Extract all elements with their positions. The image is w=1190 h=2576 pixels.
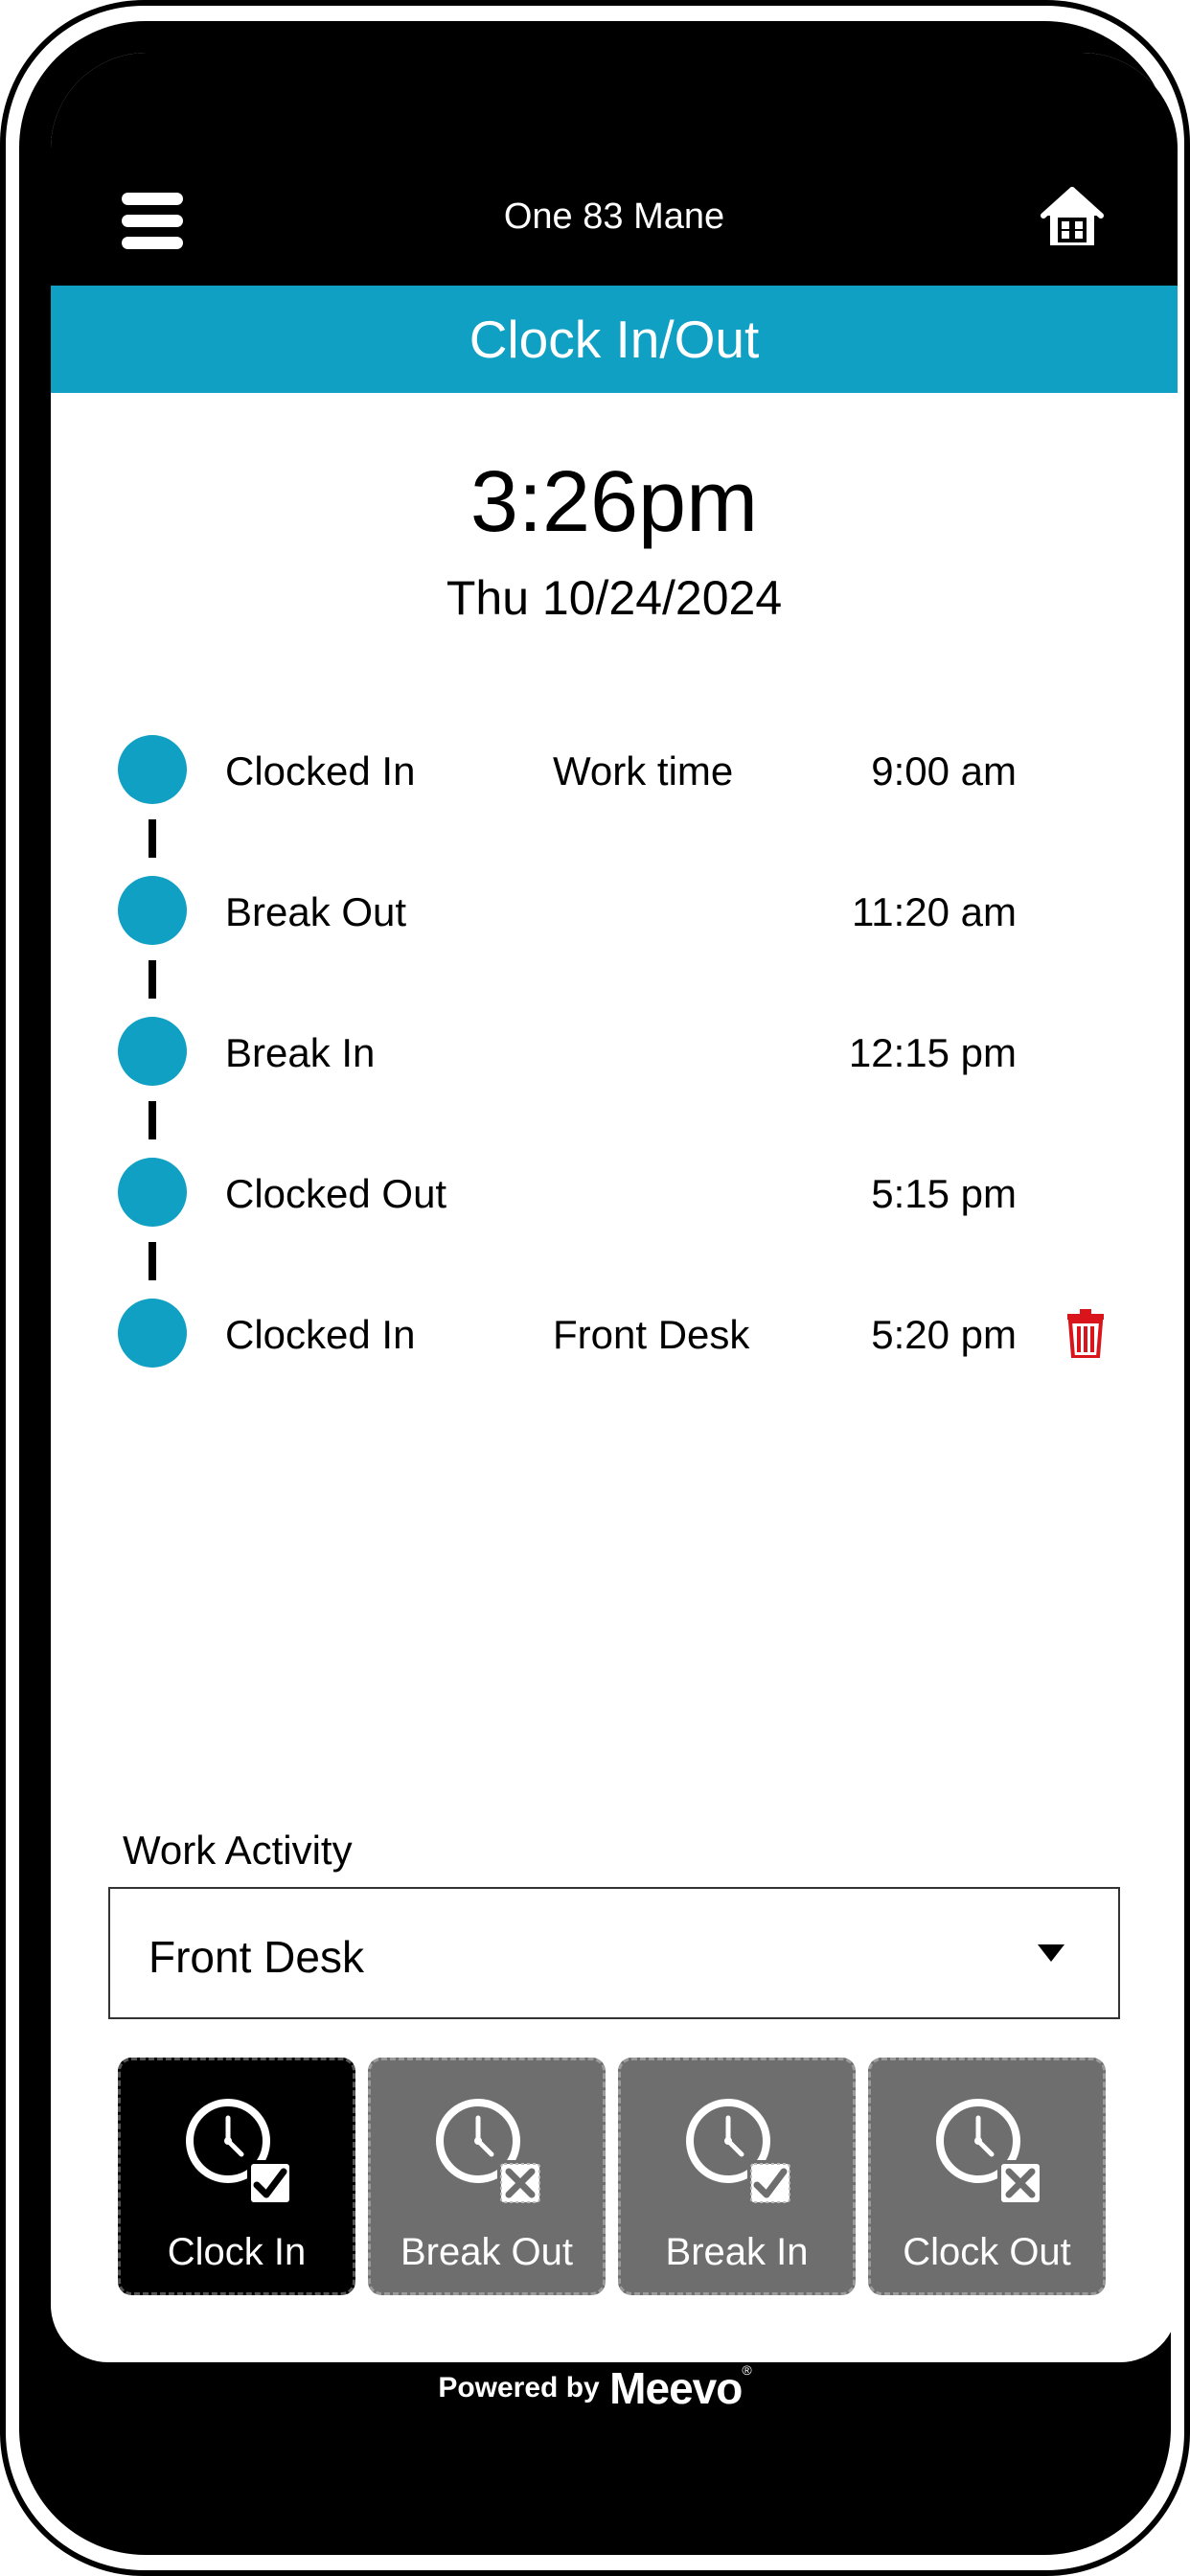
timeline-time: 11:20 am xyxy=(852,889,1017,934)
caret-down-icon xyxy=(1038,1944,1064,1962)
timeline-row: Clocked Out 5:15 pm xyxy=(51,1158,1178,1227)
timeline-event-label: Break In xyxy=(225,1030,376,1075)
clock-x-icon xyxy=(436,2099,543,2206)
timeline-event-label: Break Out xyxy=(225,889,407,934)
clock-check-icon xyxy=(686,2099,793,2206)
footer-powered-by: Powered by xyxy=(438,2372,600,2404)
work-activity-dropdown[interactable]: Front Desk xyxy=(108,1887,1120,2019)
trash-icon[interactable] xyxy=(1066,1308,1105,1358)
timeline-activity: Front Desk xyxy=(553,1312,750,1357)
page-title: Clock In/Out xyxy=(51,286,1178,393)
clock-x-icon xyxy=(936,2099,1043,2206)
home-icon[interactable] xyxy=(1041,187,1104,248)
timeline-dot xyxy=(118,876,187,945)
break-in-button-label: Break In xyxy=(665,2231,809,2273)
salon-name: One 83 Mane xyxy=(503,196,725,237)
timeline-activity: Work time xyxy=(553,748,734,794)
clock-out-button-label: Clock Out xyxy=(903,2231,1071,2273)
break-out-button-label: Break Out xyxy=(400,2231,574,2273)
clock-in-button-label: Clock In xyxy=(167,2231,307,2273)
clock-check-icon xyxy=(186,2099,293,2206)
break-in-button[interactable]: Break In xyxy=(618,2058,856,2295)
timeline-connector xyxy=(149,1101,156,1139)
work-activity-selected: Front Desk xyxy=(149,1932,364,1982)
break-out-button[interactable]: Break Out xyxy=(368,2058,606,2295)
registered-mark: ® xyxy=(742,2362,752,2378)
work-activity-label: Work Activity xyxy=(123,1828,353,1873)
current-time: 3:26pm xyxy=(469,454,759,550)
timeline-row: Clocked In Work time 9:00 am xyxy=(51,735,1178,804)
current-date: Thu 10/24/2024 xyxy=(446,571,783,625)
timeline-connector xyxy=(149,1242,156,1280)
timeline-time: 9:00 am xyxy=(871,748,1017,794)
timeline-row: Break In 12:15 pm xyxy=(51,1017,1178,1086)
timeline-event-label: Clocked Out xyxy=(225,1171,447,1216)
timeline-dot xyxy=(118,735,187,804)
timeline-row: Break Out 11:20 am xyxy=(51,876,1178,945)
timeline-dot xyxy=(118,1158,187,1227)
timeline-event-label: Clocked In xyxy=(225,1312,416,1357)
footer: Powered by Meevo® xyxy=(0,2362,1190,2414)
clock-out-button[interactable]: Clock Out xyxy=(868,2058,1106,2295)
timeline-time: 5:15 pm xyxy=(871,1171,1017,1216)
timeline-dot xyxy=(118,1299,187,1368)
timeline-connector xyxy=(149,819,156,858)
timeline-connector xyxy=(149,960,156,999)
app-screen: One 83 Mane Clock In/Out 3:26pm Thu 10/2… xyxy=(51,53,1178,2362)
timeline-event-label: Clocked In xyxy=(225,748,416,794)
clock-in-button[interactable]: Clock In xyxy=(118,2058,355,2295)
timeline-dot xyxy=(118,1017,187,1086)
timeline-row: Clocked In Front Desk 5:20 pm xyxy=(51,1299,1178,1368)
phone-body: One 83 Mane Clock In/Out 3:26pm Thu 10/2… xyxy=(19,21,1178,2555)
timeline-time: 12:15 pm xyxy=(848,1030,1017,1075)
timeline-time: 5:20 pm xyxy=(871,1312,1017,1357)
meevo-logo: Meevo xyxy=(609,2363,743,2413)
top-bar: One 83 Mane xyxy=(51,53,1178,286)
